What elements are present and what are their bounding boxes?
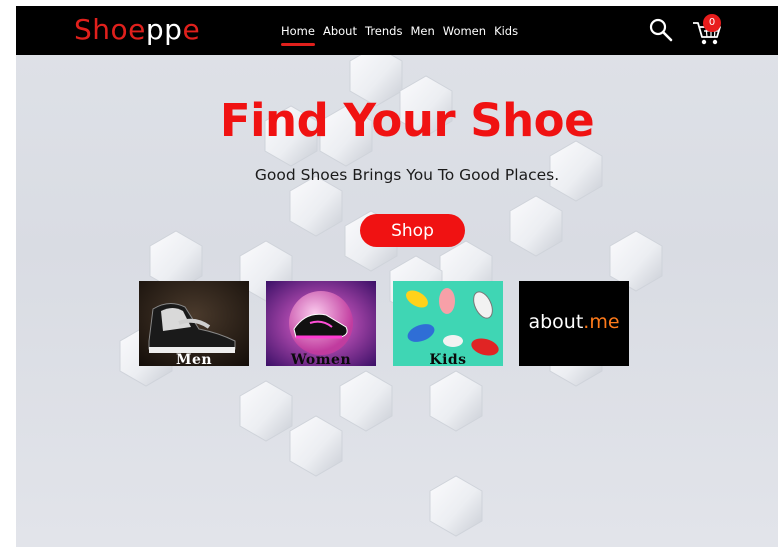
hero-title: Find Your Shoe xyxy=(219,94,595,147)
nav-kids[interactable]: Kids xyxy=(494,24,518,42)
hexagon-tile xyxy=(289,175,343,237)
logo-text-end: e xyxy=(182,13,201,46)
nav-women[interactable]: Women xyxy=(443,24,486,42)
nav-about[interactable]: About xyxy=(323,24,357,42)
hexagon-tile xyxy=(509,195,563,257)
logo-text-mid: pp xyxy=(145,13,183,46)
logo-text-start: Shoe xyxy=(74,13,146,46)
nav-links: Home About Trends Men Women Kids xyxy=(281,24,518,46)
navbar: Shoeppe Home About Trends Men Women Kids xyxy=(16,6,778,55)
nav-men[interactable]: Men xyxy=(410,24,434,42)
hexagon-tile xyxy=(289,415,343,477)
category-label-men: Men xyxy=(175,352,213,366)
shop-button[interactable]: Shop xyxy=(360,214,465,247)
search-icon xyxy=(649,18,673,42)
hexagon-tile xyxy=(429,370,483,432)
category-card-kids[interactable]: Kids xyxy=(393,281,503,366)
about-me-logo: about.me xyxy=(519,311,629,333)
category-card-about[interactable]: about.me xyxy=(519,281,629,366)
hexagon-background xyxy=(119,45,663,537)
category-card-men[interactable]: Men xyxy=(139,281,249,366)
category-card-women[interactable]: Women xyxy=(266,281,376,366)
category-label-women: Women xyxy=(290,352,352,366)
about-logo-main: about xyxy=(528,311,584,333)
search-button[interactable] xyxy=(648,17,674,43)
hexagon-tile xyxy=(339,370,393,432)
nav-trends[interactable]: Trends xyxy=(365,24,402,42)
cart-count-badge: 0 xyxy=(703,14,721,32)
nav-home[interactable]: Home xyxy=(281,24,315,46)
page: Shoeppe Home About Trends Men Women Kids xyxy=(16,6,778,547)
hero-subtitle: Good Shoes Brings You To Good Places. xyxy=(254,166,560,184)
logo[interactable]: Shoeppe xyxy=(74,13,200,46)
hexagon-tile xyxy=(429,475,483,537)
hexagon-tile xyxy=(239,380,293,442)
category-label-kids: Kids xyxy=(429,352,467,366)
about-logo-accent: .me xyxy=(583,311,620,333)
